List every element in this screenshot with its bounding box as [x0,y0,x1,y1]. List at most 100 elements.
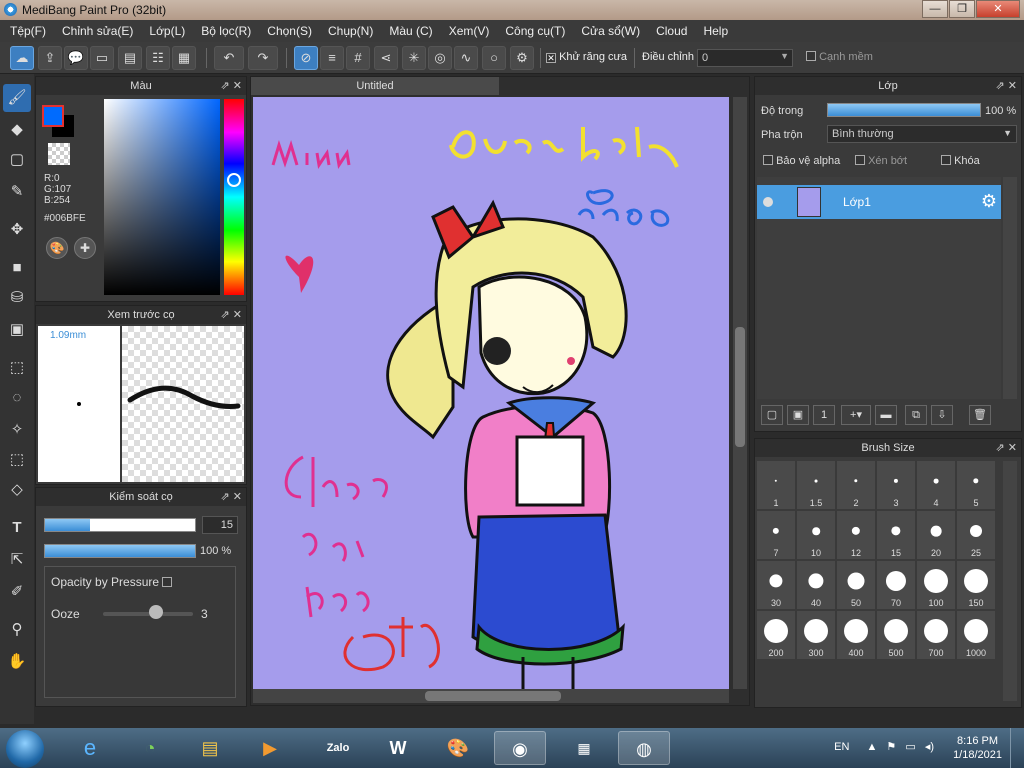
brush-size-cell[interactable]: 400 [837,611,875,659]
show-desktop-button[interactable] [1010,728,1024,768]
panel-close-icon[interactable]: ⇗ ✕ [221,77,243,95]
gear-icon[interactable]: ⚙ [981,191,997,212]
brush-size-scrollbar[interactable] [1003,461,1017,701]
volume-icon[interactable]: ◂) [925,741,934,753]
adjust-select[interactable]: 0 ▼ [697,49,793,67]
concentric-snap-icon[interactable]: ◎ [428,46,452,70]
eraser-tool-icon[interactable]: ◆ [3,116,31,144]
brush-size-cell[interactable]: 10 [797,511,835,559]
paint-icon[interactable]: 🎨 [432,731,484,765]
brush-opacity-slider[interactable] [44,544,196,558]
flag-icon[interactable]: ⚑ [886,741,896,753]
shape-tool-icon[interactable]: ■ [3,254,31,282]
folder-icon[interactable]: ▬ [875,405,897,425]
page-icon[interactable]: ▤ [118,46,142,70]
brush-size-slider[interactable] [44,518,196,532]
brush-size-cell[interactable]: 40 [797,561,835,609]
soft-edge-checkbox[interactable] [806,51,816,61]
internet-explorer-icon[interactable]: e [64,731,116,765]
media-player-icon[interactable]: ▶ [244,731,296,765]
medibang-icon[interactable]: ◍ [618,731,670,765]
brush-size-cell[interactable]: 100 [917,561,955,609]
palette-icon[interactable]: 🎨 [46,237,68,259]
network-icon[interactable]: ▭ [905,741,915,753]
tray-expand-icon[interactable]: ▲ [866,741,877,753]
snap-settings-icon[interactable]: ⚙ [510,46,534,70]
grid-snap-icon[interactable]: # [346,46,370,70]
foreground-color-swatch[interactable] [42,105,64,127]
brush-size-cell[interactable]: 300 [797,611,835,659]
select-eraser-icon[interactable]: ◇ [3,476,31,504]
divide-tool-icon[interactable]: ✐ [3,578,31,606]
ooze-slider-handle[interactable] [149,605,163,619]
vertical-scroll-thumb[interactable] [735,327,745,447]
brush-size-cell[interactable]: 500 [877,611,915,659]
menu-cloud[interactable]: Cloud [648,24,695,38]
merge-layer-icon[interactable]: ⇩ [931,405,953,425]
comment-icon[interactable]: 💬 [64,46,88,70]
redo-icon[interactable]: ↷ [248,46,278,70]
new-8bit-layer-icon[interactable]: 1 [813,405,835,425]
move-tool-icon[interactable]: ✥ [3,216,31,244]
chrome-icon[interactable]: ◉ [494,731,546,765]
maximize-button[interactable]: ❐ [949,0,975,18]
cloud-save-icon[interactable]: ☁ [10,46,34,70]
menu-edit[interactable]: Chỉnh sửa(E) [54,24,141,38]
word-icon[interactable]: W [372,731,424,765]
brush-size-cell[interactable]: 12 [837,511,875,559]
close-button[interactable]: ✕ [976,0,1020,18]
lock-checkbox[interactable] [941,155,951,165]
panel-close-icon[interactable]: ⇗ ✕ [996,439,1018,457]
brush-size-cell[interactable]: 150 [957,561,995,609]
eye-icon[interactable] [763,197,773,207]
brush-size-cell[interactable]: 15 [877,511,915,559]
brush-size-value[interactable]: 15 [202,516,238,534]
hand-tool-icon[interactable]: ✋ [3,648,31,676]
new-halftone-layer-icon[interactable]: ▣ [787,405,809,425]
share-icon[interactable]: ⇪ [38,46,62,70]
brush-size-cell[interactable]: 3 [877,461,915,509]
start-button[interactable] [6,730,44,768]
curve-snap-icon[interactable]: ∿ [454,46,478,70]
select-pen-icon[interactable]: ⬚ [3,446,31,474]
chat-icon[interactable]: ▭ [90,46,114,70]
document-tab[interactable]: Untitled [251,77,499,95]
brush-size-cell[interactable]: 5 [957,461,995,509]
menu-window[interactable]: Cửa sổ(W) [573,24,648,38]
protect-alpha-checkbox[interactable] [763,155,773,165]
panel-close-icon[interactable]: ⇗ ✕ [221,488,243,506]
hue-marker[interactable] [227,173,241,187]
opacity-pressure-checkbox[interactable] [162,577,173,587]
page-list-icon[interactable]: ☷ [146,46,170,70]
layer-row[interactable]: Lớp1 ⚙ [757,185,1001,219]
brush-size-cell[interactable]: 30 [757,561,795,609]
fill-tool-icon[interactable]: ⛁ [3,284,31,312]
brush-size-cell[interactable]: 20 [917,511,955,559]
menu-file[interactable]: Tệp(F) [2,24,54,38]
blend-mode-select[interactable]: Bình thường ▼ [827,125,1017,143]
perspective-snap-icon[interactable]: ⋖ [374,46,398,70]
menu-filter[interactable]: Bộ lọc(R) [193,24,259,38]
brush-size-cell[interactable]: 7 [757,511,795,559]
add-layer-menu-icon[interactable]: +▾ [841,405,871,425]
antialias-checkbox[interactable]: ✕ [546,53,556,63]
menu-tools[interactable]: Công cụ(T) [497,24,573,38]
layer-opacity-slider[interactable] [827,103,981,117]
panel-close-icon[interactable]: ⇗ ✕ [221,306,243,324]
minimize-button[interactable]: — [922,0,948,18]
trash-icon[interactable]: 🗑 [969,405,991,425]
undo-icon[interactable]: ↶ [214,46,244,70]
circle-snap-icon[interactable]: ○ [482,46,506,70]
duplicate-layer-icon[interactable]: ⧉ [905,405,927,425]
brush-size-cell[interactable]: 200 [757,611,795,659]
menu-layer[interactable]: Lớp(L) [141,24,193,38]
vertical-scrollbar[interactable] [733,97,747,689]
page-settings-icon[interactable]: ▦ [172,46,196,70]
menu-capture[interactable]: Chụp(N) [320,24,381,38]
brush-size-cell[interactable]: 4 [917,461,955,509]
horizontal-scrollbar[interactable] [253,689,729,703]
drawing-canvas[interactable] [253,97,729,689]
snap-off-icon[interactable]: ⊘ [294,46,318,70]
magic-wand-icon[interactable]: ✧ [3,416,31,444]
menu-select[interactable]: Chọn(S) [259,24,320,38]
